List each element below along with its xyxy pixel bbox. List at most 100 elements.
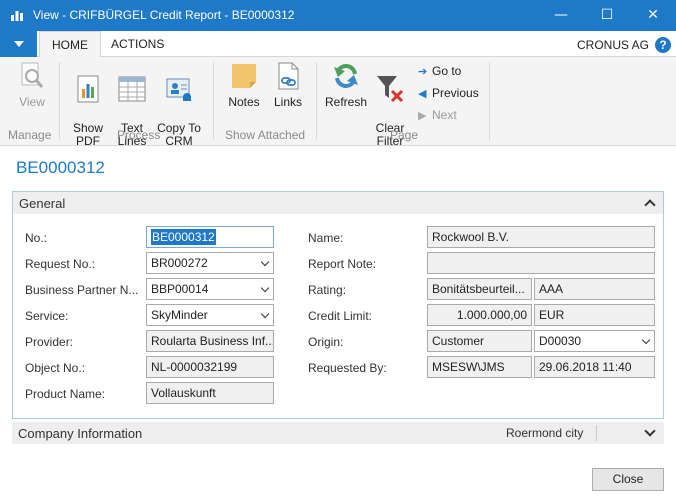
page-title: BE0000312	[16, 158, 105, 177]
rating-field[interactable]: Bonitätsbeurteil...	[427, 278, 532, 300]
no-field[interactable]: BE0000312	[146, 226, 274, 248]
arrow-right-icon: ➔	[418, 66, 428, 78]
credit-limit-label: Credit Limit:	[308, 309, 373, 323]
credit-limit-currency-field[interactable]: EUR	[534, 304, 655, 326]
ribbon-separator	[213, 62, 214, 140]
requested-by-field[interactable]: MSESW\JMS	[427, 356, 532, 378]
app-menu-button[interactable]	[0, 31, 37, 57]
report-note-field[interactable]	[427, 252, 655, 274]
business-partner-label: Business Partner N...	[25, 283, 139, 297]
rating-value: Bonitätsbeurteil...	[432, 282, 525, 296]
object-no-value: NL-0000032199	[151, 360, 238, 374]
link-document-icon	[278, 62, 299, 90]
origin-field[interactable]: Customer	[427, 330, 532, 352]
object-no-label: Object No.:	[25, 361, 86, 375]
magnifier-icon	[21, 62, 44, 88]
service-field[interactable]: SkyMinder	[146, 304, 274, 326]
previous-button[interactable]: ◀ Previous	[418, 86, 479, 100]
links-button[interactable]: Links	[270, 60, 306, 109]
credit-limit-currency-value: EUR	[539, 308, 565, 322]
maximize-button[interactable]: ☐	[584, 0, 630, 31]
clear-filter-icon	[377, 76, 404, 103]
links-label: Links	[273, 95, 302, 109]
rating-code-field[interactable]: AAA	[534, 278, 655, 300]
requested-at-field[interactable]: 29.06.2018 11:40	[534, 356, 655, 378]
ribbon-separator	[489, 62, 490, 140]
copy-to-crm-button[interactable]: Copy To CRM	[156, 60, 202, 148]
no-value: BE0000312	[151, 229, 216, 245]
object-no-field[interactable]: NL-0000032199	[146, 356, 274, 378]
go-to-button[interactable]: ➔ Go to	[418, 64, 461, 78]
help-icon[interactable]: ?	[655, 37, 671, 53]
chevron-down-icon	[14, 41, 24, 47]
ribbon-separator	[59, 62, 60, 140]
copy-to-crm-label: Copy To CRM	[157, 121, 201, 148]
credit-limit-field[interactable]: 1.000.000,00	[427, 304, 532, 326]
app-chart-icon	[11, 11, 23, 21]
tab-home[interactable]: HOME	[39, 31, 101, 58]
request-no-field[interactable]: BR000272	[146, 252, 274, 274]
company-name: CRONUS AG	[576, 38, 649, 52]
service-label: Service:	[25, 309, 69, 323]
chevron-down-icon[interactable]	[260, 283, 270, 293]
rating-label: Rating:	[308, 283, 347, 297]
refresh-button[interactable]: Refresh	[324, 60, 368, 109]
previous-label: Previous	[432, 86, 479, 100]
triangle-right-icon: ▶	[418, 110, 427, 122]
next-button[interactable]: ▶ Next	[418, 108, 457, 122]
service-value: SkyMinder	[151, 308, 208, 322]
triangle-left-icon: ◀	[418, 88, 427, 100]
general-header[interactable]: General	[13, 192, 663, 214]
name-label: Name:	[308, 231, 344, 245]
requested-at-value: 29.06.2018 11:40	[539, 360, 632, 374]
divider	[596, 425, 597, 441]
credit-limit-value: 1.000.000,00	[456, 308, 527, 322]
provider-value: Roularta Business Inf...	[151, 334, 274, 348]
chevron-down-icon[interactable]	[641, 335, 651, 345]
product-name-label: Product Name:	[25, 387, 106, 401]
close-button[interactable]: Close	[592, 468, 664, 491]
product-name-value: Vollauskunft	[151, 386, 216, 400]
name-field[interactable]: Rockwool B.V.	[427, 226, 655, 248]
show-pdf-label: Show PDF	[72, 121, 104, 148]
tab-actions[interactable]: ACTIONS	[99, 31, 176, 57]
company-city: Roermond city	[506, 426, 584, 440]
origin-code-value: D00030	[539, 334, 582, 348]
request-no-value: BR000272	[151, 256, 208, 270]
view-label: View	[19, 95, 45, 109]
notes-button[interactable]: Notes	[226, 60, 262, 109]
request-no-label: Request No.:	[25, 257, 96, 271]
company-information-label: Company Information	[18, 426, 143, 441]
origin-code-field[interactable]: D00030	[534, 330, 655, 352]
group-show-attached-label: Show Attached	[225, 128, 306, 142]
minimize-button[interactable]: —	[538, 0, 584, 31]
origin-value: Customer	[432, 334, 485, 348]
rating-code-value: AAA	[539, 282, 564, 296]
product-name-field[interactable]: Vollauskunft	[146, 382, 274, 404]
table-icon	[118, 76, 146, 102]
report-note-label: Report Note:	[308, 257, 377, 271]
chevron-up-icon[interactable]	[644, 199, 656, 211]
refresh-icon	[334, 64, 358, 88]
group-page-label: Page	[390, 128, 419, 142]
show-pdf-button[interactable]: Show PDF	[70, 60, 106, 148]
requested-by-value: MSESW\JMS	[432, 360, 505, 374]
pdf-chart-icon	[77, 75, 99, 103]
provider-field[interactable]: Roularta Business Inf...	[146, 330, 274, 352]
group-manage-label: Manage	[8, 128, 52, 142]
origin-label: Origin:	[308, 335, 344, 349]
business-partner-field[interactable]: BBP00014	[146, 278, 274, 300]
view-button[interactable]: View	[14, 60, 50, 109]
chevron-down-icon[interactable]	[260, 257, 270, 267]
close-window-button[interactable]: ✕	[630, 0, 676, 31]
chevron-down-icon[interactable]	[644, 425, 656, 437]
group-process-label: Process	[117, 128, 161, 142]
general-header-label: General	[19, 196, 66, 211]
no-label: No.:	[25, 231, 48, 245]
chevron-down-icon[interactable]	[260, 309, 270, 319]
company-information-fasttab[interactable]: Company Information Roermond city	[12, 422, 664, 444]
business-partner-value: BBP00014	[151, 282, 209, 296]
go-to-label: Go to	[432, 64, 462, 78]
ribbon-separator	[316, 62, 317, 140]
name-value: Rockwool B.V.	[432, 230, 509, 244]
